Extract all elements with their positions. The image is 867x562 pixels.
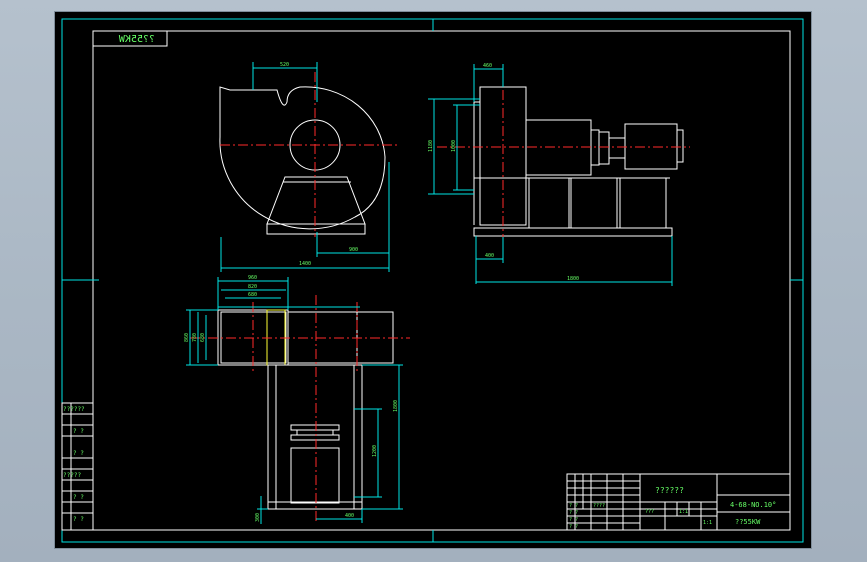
dim-side-left-outer: 1180 bbox=[428, 140, 434, 152]
dim-plan-bottom-right: 400 bbox=[345, 513, 354, 519]
dim-side-left-inner: 1000 bbox=[451, 140, 457, 152]
front-view: 520 1400 900 bbox=[219, 62, 400, 272]
dim-front-top: 520 bbox=[280, 62, 289, 68]
title-cell-left-a: ? ? bbox=[569, 503, 578, 509]
dim-front-bottom: 1400 bbox=[299, 261, 311, 267]
dim-plan-top-inner: 680 bbox=[248, 292, 257, 298]
title-power: ??55KW bbox=[735, 518, 761, 526]
dim-plan-top-outer: 960 bbox=[248, 275, 257, 281]
title-cell-left-d: ? ? bbox=[569, 524, 578, 530]
inner-border bbox=[92, 30, 791, 531]
title-block: ?????? 4-68-NO.10° ??55KW ???? ??? 1:1 1… bbox=[566, 473, 791, 531]
stamp-text: ??55KW bbox=[118, 34, 155, 45]
dim-front-right: 900 bbox=[349, 247, 358, 253]
dim-plan-left-b: 780 bbox=[192, 333, 198, 342]
dim-side-bottom: 1800 bbox=[567, 276, 579, 282]
title-model: 4-68-NO.10° bbox=[730, 501, 776, 509]
cad-drawing: ??55KW 520 1400 900 460 1180 1000 400 18… bbox=[61, 18, 804, 543]
plan-view: 960 820 680 860 780 680 1800 1200 300 40… bbox=[184, 275, 410, 524]
side-revision-table: ?????? ? ? ? ? ????? ? ? ? ? bbox=[61, 402, 94, 531]
title-cell-scale: 1:1 bbox=[679, 509, 688, 515]
outer-border bbox=[61, 18, 804, 543]
side-table-row-3: ? ? bbox=[73, 450, 84, 457]
side-table-row-6: ? ? bbox=[73, 516, 84, 523]
title-cell-r2: ??? bbox=[645, 509, 654, 515]
dim-side-bottom-small: 400 bbox=[485, 253, 494, 259]
side-table-row-1: ?????? bbox=[63, 406, 85, 413]
dim-side-top: 460 bbox=[483, 63, 492, 69]
dim-plan-left-a: 860 bbox=[184, 333, 190, 342]
title-cell-left-b: ? ? bbox=[569, 510, 578, 516]
title-cell-sheet: 1:1 bbox=[703, 520, 712, 526]
title-cell-r1: ???? bbox=[593, 503, 605, 509]
side-table-row-4: ????? bbox=[63, 472, 81, 479]
dim-plan-right-outer: 1800 bbox=[393, 400, 399, 412]
dim-plan-right-inner: 1200 bbox=[372, 445, 378, 457]
title-drawing-name: ?????? bbox=[655, 486, 684, 495]
title-cell-left-c: ? ? bbox=[569, 517, 578, 523]
dim-plan-left-c: 680 bbox=[200, 333, 206, 342]
side-table-row-5: ? ? bbox=[73, 494, 84, 501]
dim-plan-bottom-left: 300 bbox=[255, 513, 261, 522]
side-view: 460 1180 1000 400 1800 bbox=[428, 63, 690, 286]
side-table-row-2: ? ? bbox=[73, 428, 84, 435]
dim-plan-top-mid: 820 bbox=[248, 284, 257, 290]
drawing-canvas[interactable]: ??55KW 520 1400 900 460 1180 1000 400 18… bbox=[55, 12, 811, 548]
cad-viewport[interactable]: ??55KW 520 1400 900 460 1180 1000 400 18… bbox=[0, 0, 867, 562]
